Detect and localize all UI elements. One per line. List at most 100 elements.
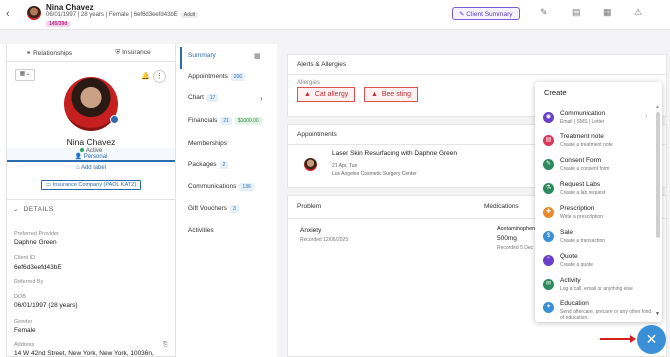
field-label: Preferred Provider [14, 231, 59, 237]
status-dot [79, 148, 84, 152]
insurance-badge[interactable]: ▭ Insurance Company (PAOL KATZ) [41, 180, 142, 190]
active-status: Active [7, 148, 175, 154]
notes-icon[interactable]: ▦ [603, 7, 612, 18]
nav-appointments-label: Appointments [188, 73, 228, 80]
menu-item-subtitle: Create a treatment note [560, 142, 613, 148]
tab-relationships[interactable]: ⚭ Relationships [7, 44, 91, 61]
menu-item-subtitle: Create a lab request [560, 190, 606, 196]
back-arrow-icon[interactable]: ‹ [6, 8, 10, 20]
more-options-icon[interactable]: ⋮ [153, 70, 166, 83]
create-request-labs[interactable]: ⚗ Request Labs Create a lab request [543, 180, 651, 202]
close-create-button[interactable]: ✕ [637, 325, 666, 354]
top-bar: ‹ Nina Chavez 06/01/1997 | 28 years | Fe… [0, 0, 670, 30]
copy-icon[interactable]: ⎘ [163, 342, 168, 349]
nav-activities[interactable]: Activities [188, 227, 214, 234]
count-badge: 206 [230, 73, 246, 81]
profile-tabs: 👤 Personal ⚭ Relationships ⛨ Insurance [7, 44, 175, 162]
edit-icon[interactable]: ✎ [540, 7, 548, 18]
patient-info-text: 06/01/1997 | 28 years | Female | 6ef6d3e… [46, 12, 178, 18]
insurance-text: Insurance Company (PAOL KATZ) [52, 182, 137, 188]
create-treatment-note[interactable]: ▤ Treatment note Create a treatment note [543, 132, 651, 154]
tab-insurance[interactable]: ⛨ Insurance [91, 44, 175, 61]
menu-item-title: Communication [560, 110, 606, 117]
appointment-time: 21 Apr, Tue [332, 163, 358, 169]
problem-recorded: Recorded 12/06/2025 [300, 237, 349, 243]
add-label-link[interactable]: ⌂ Add label [7, 165, 175, 171]
close-icon: ✕ [645, 331, 658, 347]
create-sale[interactable]: $ Sale Create a transaction [543, 228, 651, 250]
create-consent-form[interactable]: ✎ Consent Form Create a consent form [543, 156, 651, 178]
adult-badge: Adult [180, 12, 199, 18]
allergies-label: Allergies [297, 80, 321, 86]
divider [7, 199, 175, 200]
menu-item-subtitle: Create a consent form [560, 166, 610, 172]
tab-personal-label: Personal [83, 154, 108, 160]
nav-appointments[interactable]: Appointments 206 [188, 73, 246, 81]
alerts-title: Alerts & Allergies [288, 55, 666, 75]
count-badge: 21 [220, 117, 232, 125]
create-activity[interactable]: ✉ Activity Log a call, email or anything… [543, 276, 651, 298]
menu-item-title: Prescription [560, 205, 595, 212]
nav-chart[interactable]: Chart 17 [188, 94, 219, 102]
status-badge: 145/39d [46, 21, 71, 27]
left-panel: 👤 Personal ⚭ Relationships ⛨ Insurance ▦… [6, 44, 176, 357]
scroll-down-icon[interactable]: ▼ [655, 311, 660, 317]
create-communication[interactable]: ◉ Communication Email | SMS | Letter › [543, 109, 651, 131]
nav-summary[interactable]: Summary [188, 52, 216, 59]
appointment-title[interactable]: Laser Skin Resurfacing with Daphne Green [332, 150, 457, 157]
note-icon: ▤ [543, 135, 554, 146]
scrollbar[interactable] [656, 112, 660, 238]
money-badge: $1000.00 [234, 117, 262, 125]
field-value: 6ef6d3eefd43bE [14, 264, 62, 271]
create-menu-title: Create [544, 88, 567, 97]
menu-item-subtitle: Create a quote [560, 262, 594, 268]
create-prescription[interactable]: ✚ Prescription Write a prescription [543, 204, 651, 226]
add-label-text: Add label [80, 165, 106, 171]
create-education[interactable]: ✦ Education Send aftercare, precare or a… [543, 299, 651, 322]
patient-info: 06/01/1997 | 28 years | Female | 6ef6d3e… [46, 12, 199, 18]
client-summary-label: Client Summary [466, 11, 513, 18]
appointment-location: Los Angeles Cosmetic Surgery Center [332, 171, 417, 177]
field-label: DOB [14, 294, 26, 300]
problem-header: Problem [297, 203, 322, 210]
qr-dropdown[interactable]: ▦⌄ [15, 69, 35, 81]
menu-item-title: Request Labs [560, 181, 601, 188]
scroll-up-icon[interactable]: ▲ [655, 104, 660, 110]
grid-icon[interactable]: ▦ [254, 52, 261, 60]
nav-memberships[interactable]: Memberships [188, 140, 227, 147]
nav-packages-label: Packages [188, 161, 217, 168]
warning-icon[interactable]: ⚠ [634, 7, 642, 18]
nav-gift-vouchers[interactable]: Gift Vouchers 3 [188, 205, 239, 213]
field-value: Daphne Green [14, 239, 57, 246]
field-label: Client ID [14, 255, 36, 261]
menu-item-title: Consent Form [560, 157, 602, 164]
patient-name: Nina Chavez [46, 3, 94, 12]
allergy-tag[interactable]: ▲ Bee sting [364, 87, 419, 102]
nav-financials[interactable]: Financials 21 $1000.00 [188, 117, 262, 125]
verified-icon [110, 115, 119, 124]
menu-item-subtitle: Email | SMS | Letter [560, 119, 605, 125]
section-nav: ▦ Summary Appointments 206 Chart 17 › Fina… [180, 44, 276, 357]
annotation-arrow [600, 335, 636, 343]
problem-name[interactable]: Anxiety [300, 227, 321, 234]
create-quote[interactable]: “ Quote Create a quote [543, 252, 651, 274]
flask-icon: ⚗ [543, 183, 554, 194]
menu-item-subtitle: Write a prescription [560, 214, 603, 220]
client-summary-button[interactable]: ✎ Client Summary [452, 7, 520, 20]
quote-icon: “ [543, 255, 554, 266]
allergy-tag[interactable]: ▲ Cat allergy [297, 87, 356, 102]
field-value: 14 W 42nd Street, New York, New York, 10… [14, 350, 154, 357]
field-value: 06/01/1997 (28 years) [14, 302, 78, 309]
chevron-right-icon[interactable]: › [260, 94, 263, 103]
bell-icon[interactable]: 🔔 [141, 72, 150, 80]
field-value: Female [14, 327, 36, 334]
dollar-icon: $ [543, 231, 554, 242]
allergy-tag-text: Cat allergy [314, 91, 349, 98]
count-badge: 136 [239, 183, 254, 191]
document-icon[interactable]: ▤ [572, 7, 581, 18]
tab-relationships-label: Relationships [33, 50, 73, 57]
education-icon: ✦ [543, 302, 554, 313]
nav-communications[interactable]: Communications 136 [188, 183, 254, 191]
nav-packages[interactable]: Packages 2 [188, 161, 229, 169]
details-toggle[interactable]: ⌄ DETAILS [13, 205, 54, 213]
